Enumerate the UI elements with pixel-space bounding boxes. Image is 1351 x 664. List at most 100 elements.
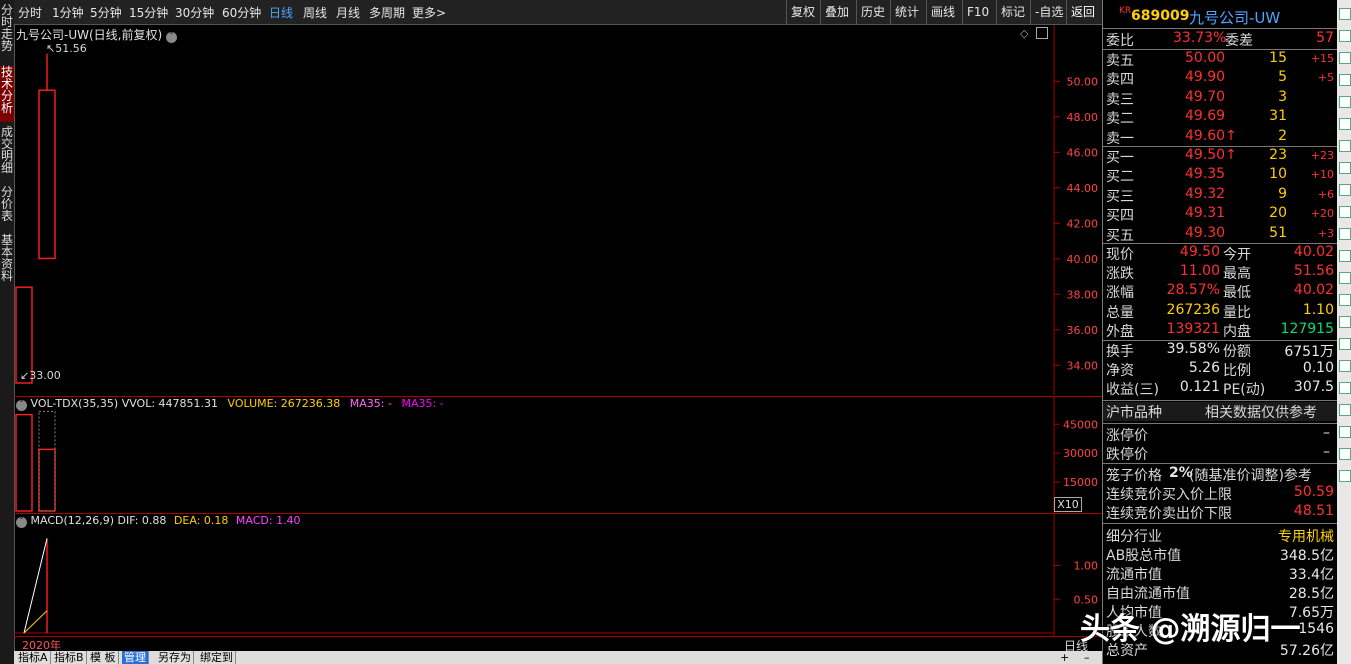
ask-label: 卖五 — [1106, 53, 1134, 69]
stat-label: 涨跌 — [1106, 266, 1134, 283]
tab-template[interactable]: 模 板 — [88, 651, 119, 664]
ask-price: 49.60↑ — [1185, 127, 1237, 144]
tab-basic-info[interactable]: 基本资料 — [0, 234, 14, 288]
tool-icon[interactable] — [1339, 250, 1351, 262]
volume-bar — [38, 448, 56, 512]
tab-technical[interactable]: 技术分析 — [0, 66, 14, 122]
market-note: 相关数据仅供参考 — [1205, 405, 1317, 421]
limit-down-label: 跌停价 — [1106, 447, 1148, 463]
pie-icon[interactable] — [1339, 228, 1351, 240]
macd-pane[interactable]: ˅ MACD(12,26,9) DIF: 0.88 DEA: 0.18 MACD… — [14, 514, 1102, 636]
period-5min[interactable]: 5分钟 — [90, 4, 122, 21]
history-button[interactable]: 历史 — [856, 0, 889, 24]
ask-floor-value: 48.51 — [1293, 503, 1334, 519]
stat-label: 换手 — [1106, 344, 1134, 360]
info-icon[interactable] — [1339, 316, 1351, 328]
period-monthly[interactable]: 月线 — [336, 4, 360, 21]
watchlist-button[interactable]: -自选 — [1030, 0, 1067, 24]
pen-icon[interactable] — [1339, 426, 1351, 438]
ask-change: +15 — [1310, 52, 1334, 65]
ask-row[interactable]: 卖三 49.70 3 — [1103, 89, 1338, 108]
link-icon[interactable] — [1339, 360, 1351, 372]
grid-icon[interactable] — [1339, 74, 1351, 86]
ask-price: 49.70 — [1185, 88, 1226, 105]
tab-technical-label: 技术分析 — [0, 65, 13, 115]
setting-icon[interactable] — [1339, 294, 1351, 306]
tab-bind-to[interactable]: 绑定到 — [198, 651, 236, 664]
f10-button[interactable]: F10 — [962, 0, 993, 24]
bar-chart-icon[interactable] — [1339, 140, 1351, 152]
tab-intraday-label: 分时走势 — [0, 3, 13, 53]
bid-row[interactable]: 买一 49.50↑ 23 +23 — [1103, 147, 1338, 166]
volume-pane[interactable]: ˅ VOL-TDX(35,35) VVOL: 447851.31 VOLUME:… — [14, 397, 1102, 513]
zoom-in-button[interactable]: + — [1060, 651, 1069, 664]
stock-name: 九号公司-UW — [1189, 9, 1281, 27]
tab-price-table[interactable]: 分价表 — [0, 186, 14, 228]
adjust-button[interactable]: 复权 — [786, 0, 819, 24]
tab-save-as[interactable]: 另存为 — [156, 651, 194, 664]
bid-row[interactable]: 买二 49.35 10 +10 — [1103, 166, 1338, 185]
ask-price: 49.69 — [1185, 108, 1226, 125]
finance-icon[interactable] — [1339, 184, 1351, 196]
zoom-out-button[interactable]: – — [1084, 651, 1090, 664]
stat-label: 比例 — [1223, 363, 1251, 380]
statistics-button[interactable]: 统计 — [890, 0, 923, 24]
period-weekly[interactable]: 周线 — [303, 4, 327, 21]
stat-value: 28.57% — [1166, 282, 1220, 299]
zoom-icon[interactable] — [1339, 8, 1351, 20]
ask-row[interactable]: 卖二 49.69 31 — [1103, 108, 1338, 127]
divider — [1103, 523, 1338, 524]
ask-row[interactable]: 卖一 49.60↑ 2 — [1103, 128, 1338, 147]
period-15min[interactable]: 15分钟 — [129, 4, 168, 21]
stat-value: 6751万 — [1284, 344, 1334, 360]
stat-row: 净资 5.26 比例 0.10 — [1103, 360, 1338, 379]
period-1min[interactable]: 1分钟 — [52, 4, 84, 21]
back-button[interactable]: 返回 — [1066, 0, 1099, 24]
ask-row[interactable]: 卖五 50.00 15 +15 — [1103, 50, 1338, 69]
table-icon[interactable] — [1339, 118, 1351, 130]
stat-label: 现价 — [1106, 247, 1134, 263]
tab-indicator-b[interactable]: 指标B — [52, 651, 87, 664]
period-more[interactable]: 更多> — [412, 4, 446, 21]
bid-row[interactable]: 买五 49.30 51 +3 — [1103, 225, 1338, 244]
period-30min[interactable]: 30分钟 — [175, 4, 214, 21]
industry-value[interactable]: 专用机械 — [1278, 526, 1334, 546]
star-icon[interactable] — [1339, 272, 1351, 284]
folder-icon[interactable] — [1339, 404, 1351, 416]
price-chart-pane[interactable]: 九号公司-UW(日线,前复权) ˅ ◇ 50.00 48.00 46.00 44.00… — [14, 25, 1102, 395]
cage-row: 笼子价格 2% (随基准价调整)参考 — [1103, 465, 1338, 484]
bid-row[interactable]: 买四 49.31 20 +20 — [1103, 205, 1338, 224]
draw-line-button[interactable]: 画线 — [926, 0, 959, 24]
price-tick-label: 36.00 — [1067, 324, 1099, 337]
ask-floor-row: 连续竞价卖出价下限 48.51 — [1103, 503, 1338, 522]
overlay-button[interactable]: 叠加 — [820, 0, 853, 24]
tab-intraday[interactable]: 分时走势 — [0, 4, 14, 58]
mark-button[interactable]: 标记 — [996, 0, 1029, 24]
period-daily[interactable]: 日线 — [269, 4, 293, 21]
period-tick[interactable]: 分时 — [18, 4, 42, 21]
print-icon[interactable] — [1339, 448, 1351, 460]
calendar-icon[interactable] — [1339, 206, 1351, 218]
tab-trades[interactable]: 成交明细 — [0, 126, 14, 180]
ask-volume: 15 — [1269, 50, 1287, 66]
price-tick-label: 50.00 — [1067, 75, 1099, 88]
chart-icon[interactable] — [1339, 96, 1351, 108]
watermark: 头条 @溯源归一 — [1080, 612, 1301, 647]
period-60min[interactable]: 60分钟 — [222, 4, 261, 21]
ask-row[interactable]: 卖四 49.90 5 +5 — [1103, 69, 1338, 88]
alert-icon[interactable] — [1339, 338, 1351, 350]
period-multi[interactable]: 多周期 — [369, 4, 405, 21]
refresh-icon[interactable] — [1339, 52, 1351, 64]
low-label: 33.00 — [29, 369, 61, 382]
tab-manage[interactable]: 管理 — [122, 651, 149, 664]
user-icon[interactable] — [1339, 382, 1351, 394]
export-icon[interactable] — [1339, 470, 1351, 482]
industry-label: 细分行业 — [1106, 529, 1162, 545]
tab-indicator-a[interactable]: 指标A — [16, 651, 51, 664]
macd-chart-svg: 1.000.50 — [14, 514, 1098, 636]
list-icon[interactable] — [1339, 30, 1351, 42]
bid-row[interactable]: 买三 49.32 9 +6 — [1103, 186, 1338, 205]
stat-value: 40.02 — [1293, 244, 1334, 260]
news-icon[interactable] — [1339, 162, 1351, 174]
ask-volume: 5 — [1278, 69, 1287, 86]
